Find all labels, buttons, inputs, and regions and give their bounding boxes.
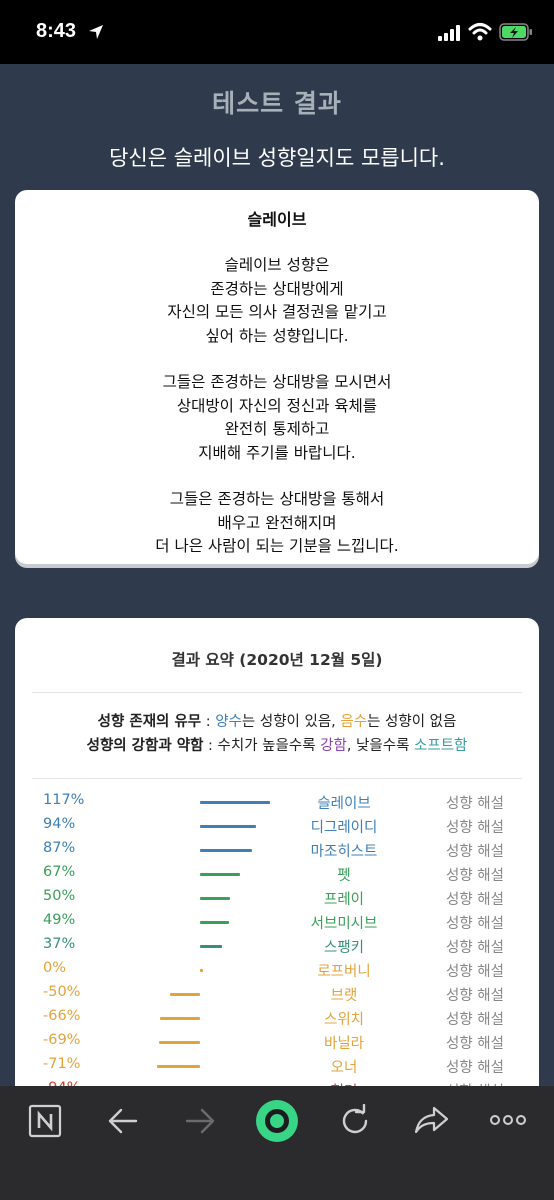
tendency-row: -94%헌터성향 해설 [15,1078,539,1086]
tendency-bar [200,945,223,948]
browser-toolbar [0,1086,554,1200]
tendency-bar [200,801,271,804]
result-description: 슬레이브 성향은 존경하는 상대방에게 자신의 모든 의사 결정권을 맡기고 싶… [15,254,539,582]
tendency-explain-link[interactable]: 성향 해설 [446,816,504,837]
description-paragraph: 그들은 존경하는 상대방을 통해서 배우고 완전해지며 더 나은 사람이 되는 … [155,490,399,555]
back-arrow-icon[interactable] [106,1106,140,1136]
tendency-row: -69% 바닐라 성향 해설 [15,1030,539,1054]
result-description-card: 슬레이브 슬레이브 성향은 존경하는 상대방에게 자신의 모든 의사 결정권을 … [15,190,539,564]
tendency-name[interactable]: 바닐라 [285,1032,403,1053]
location-arrow-icon [89,25,103,39]
tendency-name[interactable]: 스팽키 [285,936,403,957]
tendency-row: 67% 펫 성향 해설 [15,862,539,886]
tendency-row: 87% 마조히스트 성향 해설 [15,838,539,862]
tendency-row: -71% 오너 성향 해설 [15,1054,539,1078]
divider [32,692,522,693]
tendency-name[interactable]: 프레이 [285,888,403,909]
tendency-explain-link[interactable]: 성향 해설 [446,1008,504,1029]
tendency-explain-link[interactable]: 성향 해설 [446,888,504,909]
tendency-row: -66% 스위치 성향 해설 [15,1006,539,1030]
tendency-explain-link[interactable]: 성향 해설 [446,936,504,957]
battery-charging-icon [499,23,532,41]
tendency-explain-link[interactable]: 성향 해설 [446,912,504,933]
cellular-signal-icon [438,25,460,41]
tendency-percent: 94% [43,816,76,832]
more-dots-icon[interactable] [490,1112,526,1128]
tendency-name[interactable]: 로프버니 [285,960,403,981]
description-paragraph: 그들은 존경하는 상대방을 모시면서 상대방이 자신의 정신과 육체를 완전히 … [162,373,392,462]
tendency-name[interactable]: 펫 [285,864,403,885]
tendency-percent: 87% [43,840,76,856]
status-time: 8:43 [36,20,77,42]
tendency-row: 37% 스팽키 성향 해설 [15,934,539,958]
tendency-name[interactable]: 브랫 [285,984,403,1005]
tendency-name[interactable]: 마조히스트 [285,840,403,861]
share-icon[interactable] [414,1104,450,1136]
naver-n-icon[interactable] [28,1104,62,1138]
tendency-percent: 37% [43,936,76,952]
tendency-bar [157,1065,200,1068]
tendency-bar [200,897,230,900]
tendency-row: 49% 서브미시브 성향 해설 [15,910,539,934]
description-paragraph: 슬레이브 성향은 존경하는 상대방에게 자신의 모든 의사 결정권을 맡기고 싶… [167,256,387,345]
tendency-row: 94% 디그레이디 성향 해설 [15,814,539,838]
tendency-bar [200,849,253,852]
tendency-bar [200,969,203,972]
tendency-percent: 50% [43,888,76,904]
tendency-name[interactable]: 디그레이디 [285,816,403,837]
tendency-explain-link[interactable]: 성향 해설 [446,864,504,885]
tendency-bar [200,825,257,828]
summary-title: 결과 요약 (2020년 12월 5일) [171,651,383,669]
tendency-row: -50% 브랫 성향 해설 [15,982,539,1006]
reload-icon[interactable] [338,1104,372,1138]
tendency-row: 0% 로프버니 성향 해설 [15,958,539,982]
tendency-percent: 0% [43,960,67,976]
tendency-percent: -71% [43,1056,81,1072]
wifi-icon [468,23,492,41]
status-bar: 8:43 [0,0,554,64]
legend-strength: 성향의 강함과 약함 : 수치가 높을수록 강함, 낮을수록 소프트함 [86,738,468,754]
page-title: 테스트 결과 [212,89,342,118]
tendency-bar [200,921,230,924]
tendency-explain-link[interactable]: 성향 해설 [446,1032,504,1053]
tendency-percent: -66% [43,1008,81,1024]
tendency-percent: -50% [43,984,81,1000]
tendency-bar [170,993,200,996]
tendency-bar [158,1041,200,1044]
legend-presence: 성향 존재의 유무 : 양수는 성향이 있음, 음수는 성향이 없음 [97,714,457,730]
result-type-name: 슬레이브 [247,210,307,229]
tendency-name[interactable]: 슬레이브 [285,792,403,813]
tendency-row: 117% 슬레이브 성향 해설 [15,790,539,814]
web-content[interactable]: 테스트 결과 당신은 슬레이브 성향일지도 모릅니다. 슬레이브 슬레이브 성향… [0,64,554,1086]
home-green-circle-icon[interactable] [254,1098,300,1144]
result-summary-card: 결과 요약 (2020년 12월 5일) 성향 존재의 유무 : 양수는 성향이… [15,618,539,1086]
tendency-explain-link[interactable]: 성향 해설 [446,1056,504,1077]
summary-legend: 성향 존재의 유무 : 양수는 성향이 있음, 음수는 성향이 없음 성향의 강… [15,710,539,758]
forward-arrow-icon [185,1108,215,1134]
tendency-percent: 49% [43,912,76,928]
tendency-name[interactable]: 서브미시브 [285,912,403,933]
tendency-bar [200,873,241,876]
tendency-explain-link[interactable]: 성향 해설 [446,840,504,861]
tendency-row: 50% 프레이 성향 해설 [15,886,539,910]
tendency-explain-link[interactable]: 성향 해설 [446,792,504,813]
tendency-name[interactable]: 스위치 [285,1008,403,1029]
result-headline: 당신은 슬레이브 성향일지도 모릅니다. [109,146,445,170]
tendency-percent: 67% [43,864,76,880]
tendency-percent: 117% [43,792,85,808]
tendency-explain-link[interactable]: 성향 해설 [446,960,504,981]
tendency-bar [160,1017,200,1020]
tendency-name[interactable]: 오너 [285,1056,403,1077]
tendency-percent: -69% [43,1032,81,1048]
divider [32,778,522,779]
tendency-explain-link[interactable]: 성향 해설 [446,984,504,1005]
